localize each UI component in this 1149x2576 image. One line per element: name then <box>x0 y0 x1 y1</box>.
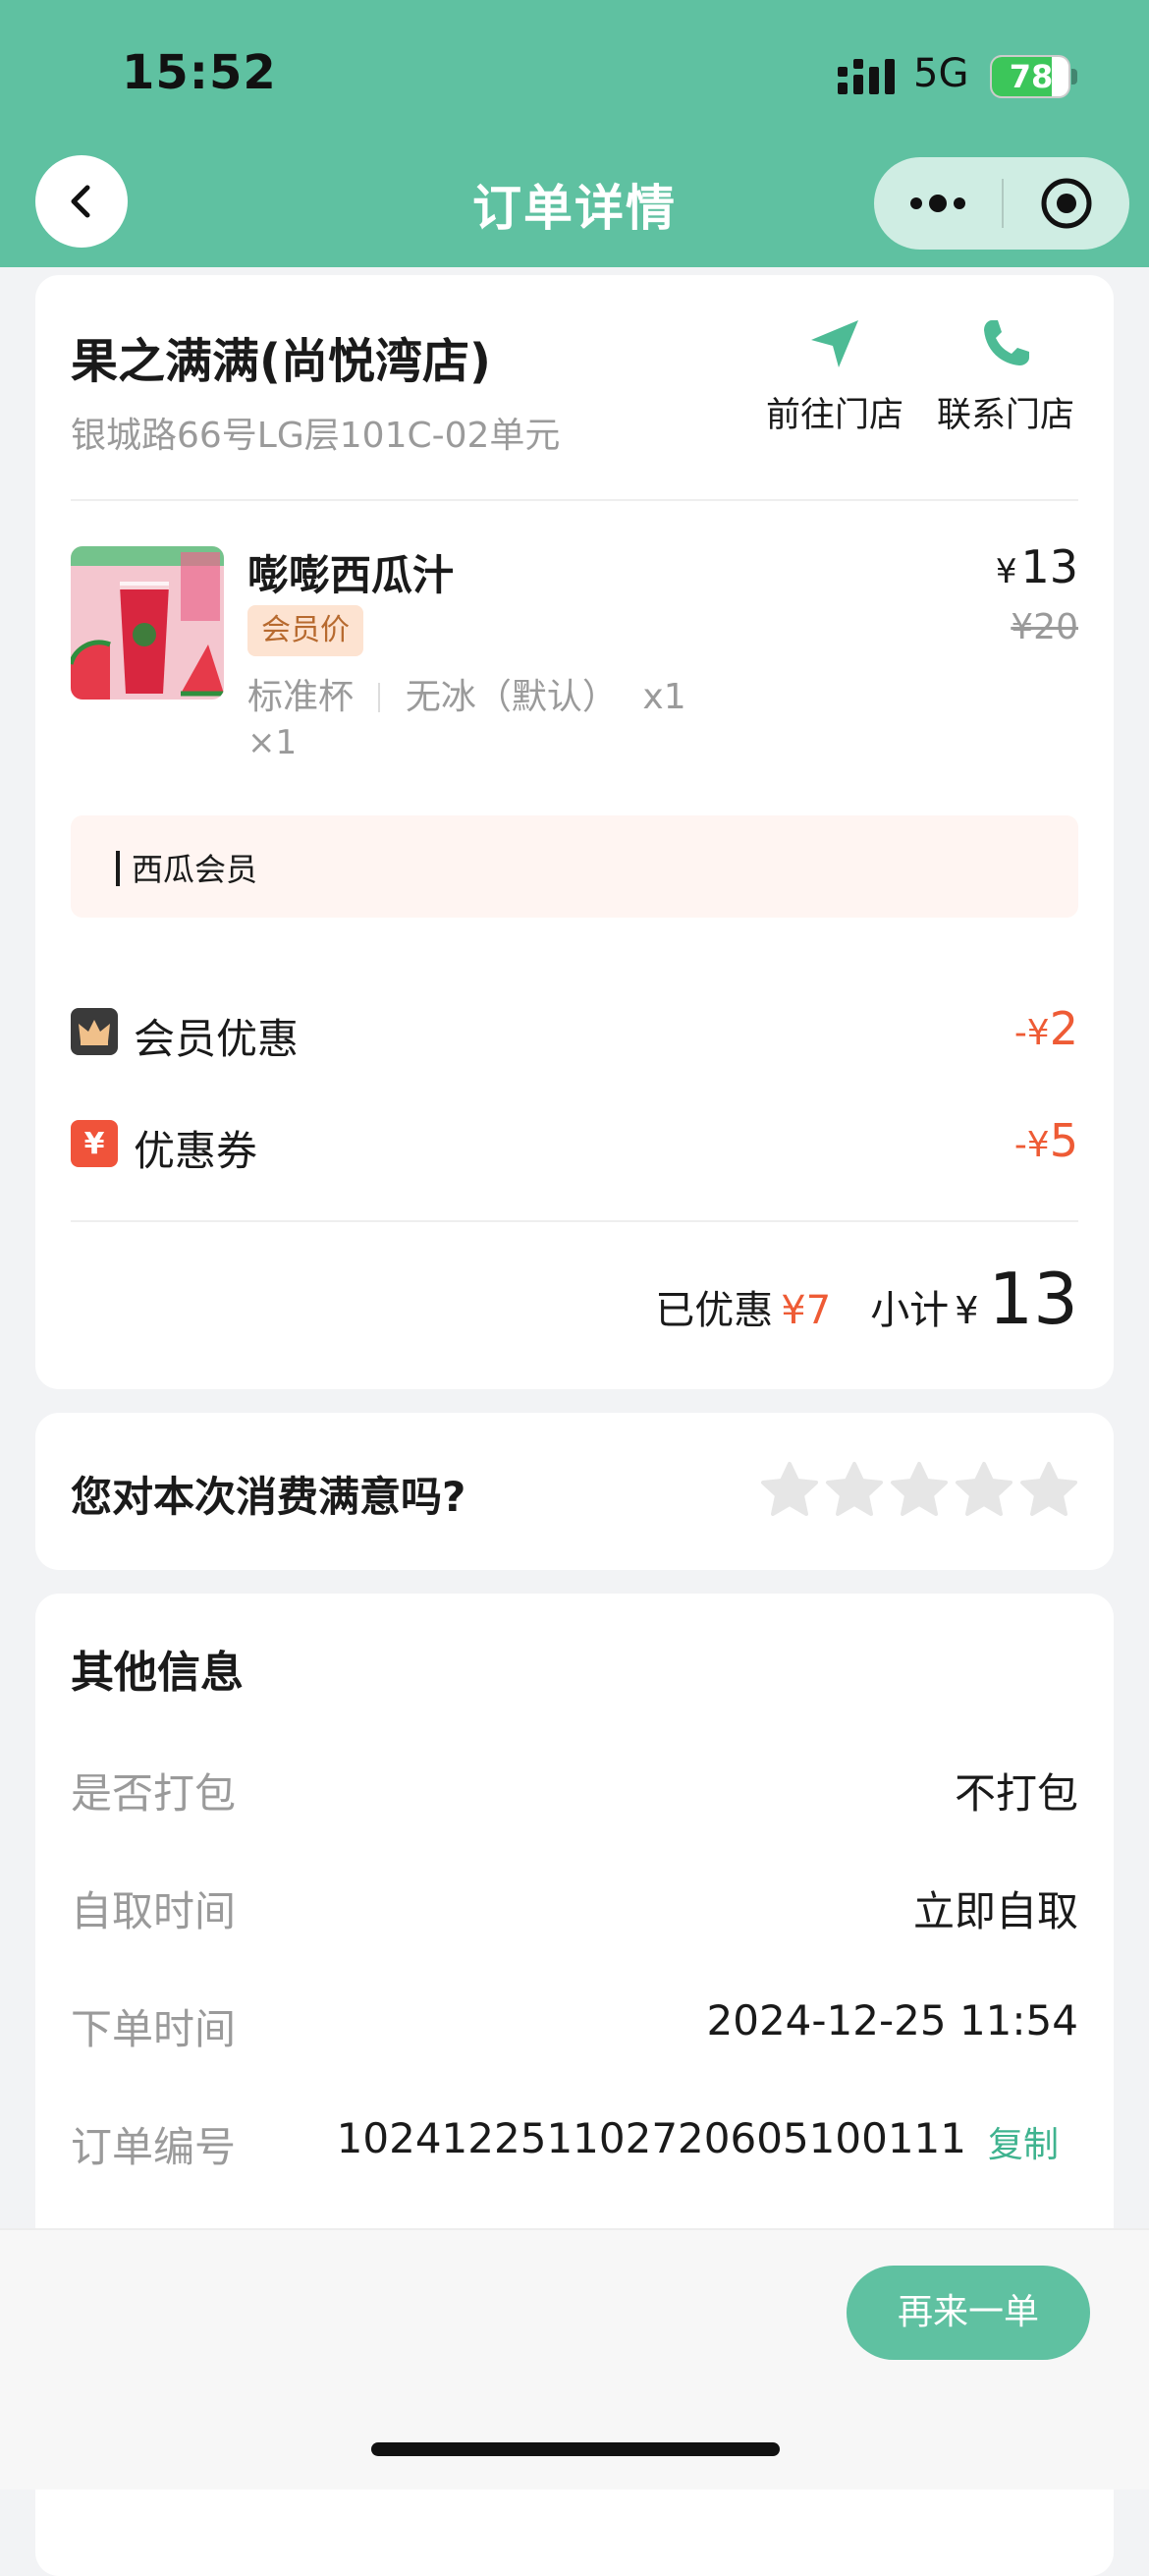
target-circle-icon <box>1041 178 1092 229</box>
navigate-to-store-label: 前往门店 <box>765 396 903 435</box>
subtotal-value: 13 <box>988 1258 1078 1340</box>
info-value: 2024-12-25 11:54 <box>706 1996 1078 2044</box>
info-row-pickup-time: 自取时间 立即自取 <box>71 1878 1078 1937</box>
contact-store-button[interactable]: 联系门店 <box>927 314 1084 437</box>
discount-amount: 2 <box>1049 1002 1078 1055</box>
battery-cap <box>1071 69 1077 84</box>
navigation-arrow-icon <box>811 320 858 367</box>
star-icon[interactable] <box>890 1460 949 1519</box>
divider <box>71 499 1078 501</box>
coupon-yen-icon: ¥ <box>71 1120 118 1167</box>
discount-label: 优惠券 <box>134 1127 258 1175</box>
info-label: 是否打包 <box>71 1769 237 1818</box>
cellular-signal-icon <box>838 59 895 94</box>
discount-row-member: 会员优惠 -¥2 <box>71 1002 1078 1063</box>
info-row-order-number: 订单编号 102412251102720605100111 复制 <box>71 2114 1078 2173</box>
member-price-tag: 会员价 <box>247 605 363 656</box>
mini-program-capsule <box>874 157 1129 250</box>
info-value: 立即自取 <box>912 1887 1078 1935</box>
navigate-to-store-button[interactable]: 前往门店 <box>756 314 913 437</box>
discount-row-coupon: ¥ 优惠券 -¥5 <box>71 1114 1078 1175</box>
saved-label: 已优惠 <box>655 1288 774 1333</box>
product-quantity: ×1 <box>247 723 298 762</box>
crown-icon <box>71 1008 118 1055</box>
price-currency: ¥ <box>995 552 1017 591</box>
info-row-order-time: 下单时间 2024-12-25 11:54 <box>71 1996 1078 2055</box>
more-dots-icon <box>910 195 965 212</box>
spec-separator <box>378 683 381 712</box>
battery-percent: 78 <box>1009 58 1054 95</box>
reorder-button[interactable]: 再来一单 <box>847 2266 1090 2360</box>
store-address: 银城路66号LG层101C-02单元 <box>71 416 561 456</box>
info-value: 不打包 <box>954 1769 1078 1818</box>
star-icon[interactable] <box>955 1460 1013 1519</box>
info-label: 下单时间 <box>71 2005 237 2053</box>
spec-quantity: x1 <box>642 677 686 717</box>
discount-value: -¥5 <box>1014 1114 1078 1167</box>
close-mini-program-button[interactable] <box>1004 157 1129 250</box>
rating-question: 您对本次消费满意吗? <box>71 1473 466 1521</box>
rating-card: 您对本次消费满意吗? <box>35 1413 1114 1570</box>
order-card: 果之满满(尚悦湾店) 银城路66号LG层101C-02单元 前往门店 联系门店 … <box>35 275 1114 1389</box>
spec-size: 标准杯 <box>247 677 355 717</box>
store-name: 果之满满(尚悦湾店) <box>71 334 491 389</box>
network-type: 5G <box>913 51 969 96</box>
discount-value: -¥2 <box>1014 1002 1078 1055</box>
discount-label: 会员优惠 <box>134 1015 300 1063</box>
contact-store-label: 联系门店 <box>936 396 1074 435</box>
star-icon[interactable] <box>825 1460 884 1519</box>
product-price: ¥13 <box>996 540 1078 593</box>
info-label: 订单编号 <box>71 2123 237 2171</box>
info-row-packaging: 是否打包 不打包 <box>71 1761 1078 1820</box>
subtotal-row: 已优惠 ¥7 小计 ¥ 13 <box>655 1258 1078 1340</box>
member-banner-label: 西瓜会员 <box>132 851 258 888</box>
product-image <box>71 546 224 700</box>
order-number: 102412251102720605100111 <box>336 2114 966 2162</box>
phone-icon <box>984 320 1029 365</box>
discount-prefix: -¥ <box>1013 1013 1050 1053</box>
subtotal-label: 小计 <box>870 1288 950 1333</box>
home-indicator <box>371 2442 780 2456</box>
star-rating <box>754 1460 1078 1519</box>
discount-amount: 5 <box>1049 1114 1078 1167</box>
info-label: 自取时间 <box>71 1887 237 1935</box>
status-bar: 15:52 5G 78 <box>0 0 1149 147</box>
other-info-title: 其他信息 <box>71 1648 244 1698</box>
subtotal-currency: ¥ <box>955 1289 979 1332</box>
banner-bar <box>116 851 120 886</box>
spec-ice: 无冰（默认） <box>405 677 618 717</box>
star-icon[interactable] <box>760 1460 819 1519</box>
original-price: ¥20 <box>1011 607 1078 647</box>
product-name: 嘭嘭西瓜汁 <box>247 551 455 599</box>
price-value: 13 <box>1020 540 1078 593</box>
product-spec: 标准杯 无冰（默认） x1 <box>247 668 686 719</box>
discount-prefix: -¥ <box>1013 1125 1050 1165</box>
star-icon[interactable] <box>1019 1460 1078 1519</box>
divider <box>71 1220 1078 1222</box>
status-time: 15:52 <box>122 45 277 100</box>
copy-button[interactable]: 复制 <box>988 2116 1059 2167</box>
member-banner: 西瓜会员 <box>71 815 1078 918</box>
battery-icon: 78 <box>990 55 1070 98</box>
more-button[interactable] <box>874 157 1002 250</box>
saved-value: ¥7 <box>781 1288 832 1333</box>
